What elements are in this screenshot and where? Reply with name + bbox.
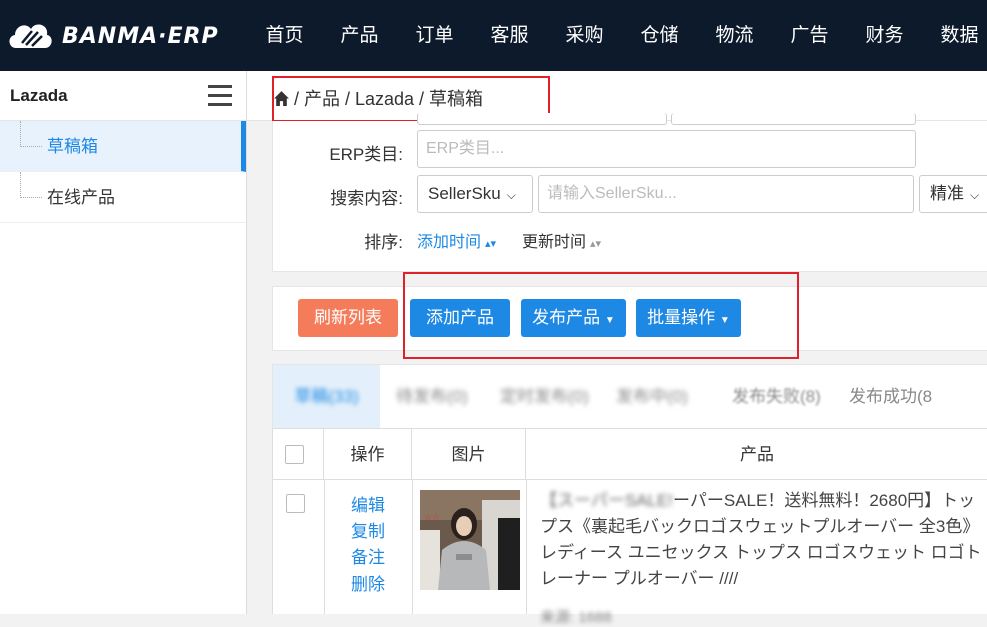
erp-category-input[interactable]: ERP类目... [417, 130, 916, 168]
column-divider [526, 480, 527, 614]
erp-category-label: ERP类目: [329, 145, 403, 164]
nav-item-home[interactable]: 首页 [247, 0, 322, 71]
tab-label: 发布失败(8) [732, 387, 821, 406]
header-operation: 操作 [324, 429, 412, 480]
product-photo: ☆☆ [420, 490, 520, 590]
edit-link[interactable]: 编辑 [351, 491, 385, 516]
logo-text: BANMA·ERP [62, 23, 219, 49]
cloud-logo-icon [9, 24, 52, 48]
tab-publishing[interactable]: 发布中(0) [616, 365, 688, 428]
nav-item-ads[interactable]: 广告 [772, 0, 847, 71]
nav-item-purchasing[interactable]: 采购 [547, 0, 622, 71]
sidebar-header: Lazada [0, 71, 246, 121]
tab-publish-failed[interactable]: 发布失败(8) [732, 365, 821, 428]
tab-drafts[interactable]: 草稿(33) [273, 365, 380, 428]
column-divider [324, 480, 325, 614]
product-thumbnail[interactable]: ☆☆ [420, 490, 520, 590]
column-divider [412, 480, 413, 614]
header-product: 产品 [740, 445, 774, 464]
copy-link[interactable]: 复制 [351, 517, 385, 542]
sidebar-item-online-products[interactable]: 在线产品 [0, 172, 246, 223]
match-mode-select[interactable]: 精准 ⌵ [919, 175, 987, 213]
sidebar-title: Lazada [10, 86, 68, 105]
sort-label: 排序: [364, 233, 403, 252]
search-input[interactable]: 请输入SellerSku... [538, 175, 914, 213]
tab-publish-success[interactable]: 发布成功(8 [849, 365, 932, 428]
nav-item-orders[interactable]: 订单 [397, 0, 472, 71]
sidebar: Lazada 草稿箱 在线产品 [0, 71, 247, 614]
main-nav: 首页 产品 订单 客服 采购 仓储 物流 广告 财务 数据 [247, 0, 987, 71]
highlight-box-actions [403, 272, 799, 359]
header-select-all [273, 429, 324, 480]
svg-text:☆☆: ☆☆ [424, 513, 440, 523]
sort-by-updated-time[interactable]: 更新时间 ▴▾ [522, 228, 601, 252]
nav-item-data[interactable]: 数据 [922, 0, 987, 71]
refresh-list-button[interactable]: 刷新列表 [298, 299, 398, 337]
header-image: 图片 [412, 429, 526, 480]
product-table: 操作 图片 产品 编辑 复制 备注 删除 ☆☆ 【スーパーSALE!ーパーSAL… [272, 428, 987, 626]
sort-option-label: 添加时间 [417, 234, 482, 251]
note-link[interactable]: 备注 [351, 543, 385, 568]
tree-connector [20, 121, 42, 147]
top-navbar: BANMA·ERP 首页 产品 订单 客服 采购 仓储 物流 广告 财务 数据 [0, 0, 987, 71]
search-field-value: SellerSku [428, 184, 501, 203]
product-title-prefix: 【スーパーSALE! [540, 491, 674, 510]
chevron-down-icon: ⌵ [506, 188, 516, 202]
chevron-down-icon: ⌵ [970, 188, 980, 202]
product-title[interactable]: 【スーパーSALE!ーパーSALE！送料無料！2680円】トップス《裏起毛バック… [540, 488, 987, 592]
row-checkbox[interactable] [286, 494, 305, 513]
product-source: 来源: 1688 [540, 609, 612, 626]
filter-panel: ERP类目: ERP类目... 搜索内容: SellerSku ⌵ 请输入Sell… [272, 113, 987, 272]
nav-item-logistics[interactable]: 物流 [697, 0, 772, 71]
nav-item-warehouse[interactable]: 仓储 [622, 0, 697, 71]
tab-scheduled[interactable]: 定时发布(0) [500, 365, 589, 428]
menu-toggle-icon[interactable] [208, 85, 232, 107]
delete-link[interactable]: 删除 [351, 570, 385, 595]
nav-item-customer-service[interactable]: 客服 [472, 0, 547, 71]
table-header: 操作 图片 产品 [273, 428, 987, 480]
nav-item-products[interactable]: 产品 [322, 0, 397, 71]
previous-filter-input[interactable] [671, 113, 916, 125]
banma-erp-logo[interactable]: BANMA·ERP [6, 14, 226, 58]
search-field-select[interactable]: SellerSku ⌵ [417, 175, 533, 213]
sidebar-item-label: 在线产品 [47, 188, 115, 207]
nav-item-finance[interactable]: 财务 [847, 0, 922, 71]
status-tabs: 草稿(33) 待发布(0) 定时发布(0) 发布中(0) 发布失败(8) 发布成… [272, 364, 987, 428]
sort-by-added-time[interactable]: 添加时间 ▴▾ [417, 228, 496, 252]
search-content-label: 搜索内容: [330, 189, 403, 208]
sidebar-item-drafts[interactable]: 草稿箱 [0, 121, 246, 172]
sort-arrows-icon: ▴▾ [485, 238, 497, 250]
tab-label: 草稿(33) [294, 387, 359, 406]
sort-option-label: 更新时间 [522, 234, 587, 251]
tree-connector [20, 172, 42, 198]
tab-pending[interactable]: 待发布(0) [396, 365, 468, 428]
sidebar-item-label: 草稿箱 [47, 137, 98, 156]
match-mode-value: 精准 [930, 184, 964, 203]
previous-filter-input[interactable] [417, 113, 667, 125]
select-all-checkbox[interactable] [285, 445, 304, 464]
sort-arrows-icon: ▴▾ [590, 238, 602, 250]
